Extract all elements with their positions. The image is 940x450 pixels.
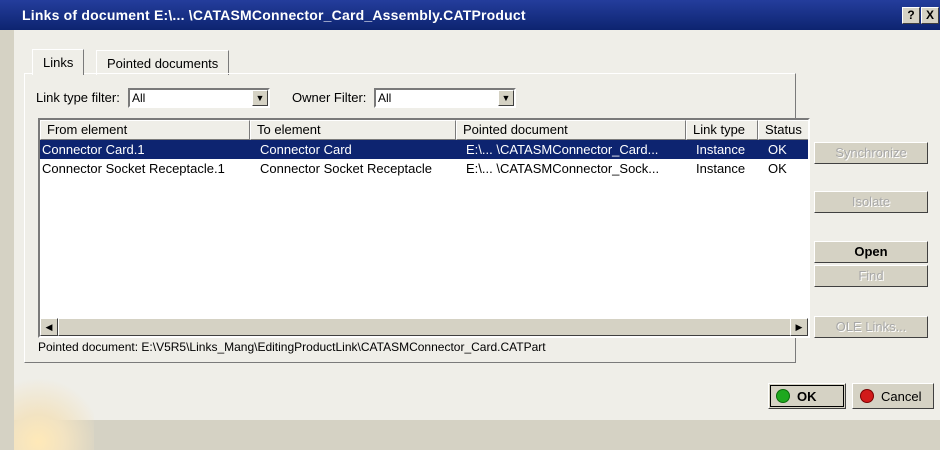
red-circle-icon <box>861 390 873 402</box>
cancel-label: Cancel <box>881 389 922 404</box>
green-circle-icon <box>777 390 789 402</box>
synchronize-button[interactable]: Synchronize <box>814 142 928 164</box>
owner-filter-value: All <box>378 91 392 105</box>
scroll-right-icon[interactable]: ▶ <box>790 318 808 336</box>
window-title: Links of document E:\... \CATASMConnecto… <box>22 7 526 23</box>
horizontal-scrollbar[interactable]: ◀ ▶ <box>40 318 808 336</box>
scroll-left-icon[interactable]: ◀ <box>40 318 58 336</box>
links-table[interactable]: From element To element Pointed document… <box>38 118 810 338</box>
cancel-button[interactable]: Cancel <box>852 383 934 409</box>
table-row[interactable]: Connector Socket Receptacle.1 Connector … <box>40 159 808 178</box>
chevron-down-icon[interactable]: ▼ <box>498 90 514 106</box>
title-bar: Links of document E:\... \CATASMConnecto… <box>0 0 940 30</box>
link-type-filter-select[interactable]: All ▼ <box>128 88 270 108</box>
cell-pointed-document: E:\... \CATASMConnector_Card... <box>466 142 659 157</box>
column-pointed-document[interactable]: Pointed document <box>456 120 686 140</box>
chevron-down-icon[interactable]: ▼ <box>252 90 268 106</box>
open-button[interactable]: Open <box>814 241 928 263</box>
cell-link-type: Instance <box>696 161 746 176</box>
tab-pointed-documents[interactable]: Pointed documents <box>96 50 230 75</box>
table-header: From element To element Pointed document… <box>40 120 808 140</box>
help-button[interactable]: ? <box>902 7 920 24</box>
cell-from-element: Connector Card.1 <box>42 142 145 157</box>
column-link-type[interactable]: Link type <box>686 120 758 140</box>
close-button[interactable]: X <box>921 7 939 24</box>
cell-status: OK <box>768 161 787 176</box>
find-button[interactable]: Find <box>814 265 928 287</box>
cell-link-type: Instance <box>696 142 746 157</box>
table-row[interactable]: Connector Card.1 Connector Card E:\... \… <box>40 140 808 159</box>
ole-links-button[interactable]: OLE Links... <box>814 316 928 338</box>
owner-filter-select[interactable]: All ▼ <box>374 88 516 108</box>
cell-status: OK <box>768 142 787 157</box>
cell-to-element: Connector Socket Receptacle <box>260 161 432 176</box>
scroll-thumb[interactable] <box>58 318 798 336</box>
cell-from-element: Connector Socket Receptacle.1 <box>42 161 225 176</box>
link-type-filter-value: All <box>132 91 146 105</box>
owner-filter-label: Owner Filter: <box>292 90 367 105</box>
isolate-button[interactable]: Isolate <box>814 191 928 213</box>
tab-links[interactable]: Links <box>32 49 85 75</box>
cell-to-element: Connector Card <box>260 142 352 157</box>
ok-label: OK <box>797 389 817 404</box>
cell-pointed-document: E:\... \CATASMConnector_Sock... <box>466 161 660 176</box>
pointed-document-path: Pointed document: E:\V5R5\Links_Mang\Edi… <box>38 340 546 354</box>
column-from-element[interactable]: From element <box>40 120 250 140</box>
decorative-glow <box>14 370 94 450</box>
link-type-filter-label: Link type filter: <box>36 90 120 105</box>
column-status[interactable]: Status <box>758 120 808 140</box>
column-to-element[interactable]: To element <box>250 120 456 140</box>
ok-button[interactable]: OK <box>768 383 846 409</box>
